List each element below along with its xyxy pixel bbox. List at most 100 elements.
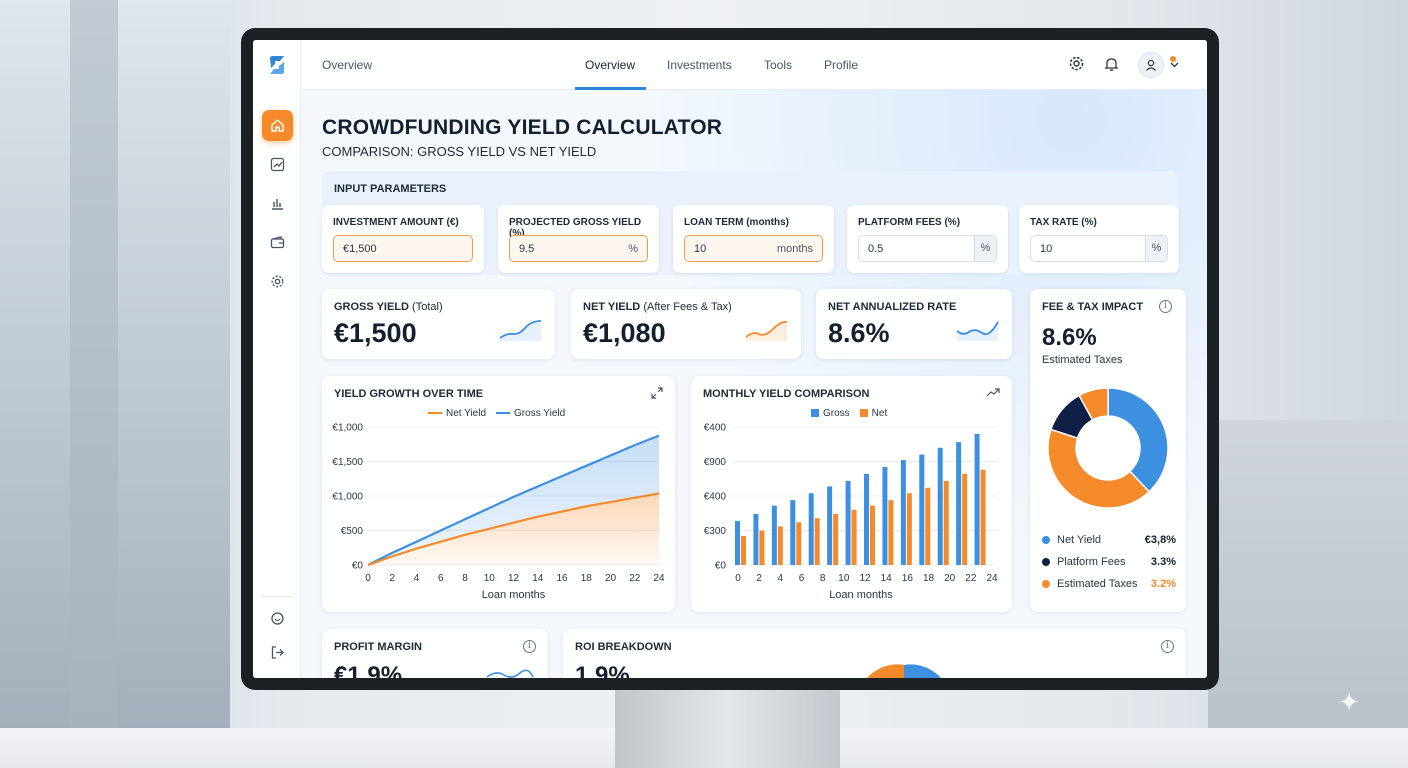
net-bar [796, 522, 802, 565]
x-axis-label: Loan months [482, 589, 546, 601]
field-unit: % [628, 243, 638, 255]
roi-donut-chart [867, 664, 941, 678]
net-bar [906, 493, 912, 565]
loan-term-field[interactable]: 10 months [684, 235, 823, 262]
y-tick-label: €0 [352, 561, 364, 572]
sidebar-gear-icon[interactable] [262, 266, 293, 297]
kpi-label: NET ANNUALIZED RATE [828, 301, 957, 313]
x-tick-label: 22 [629, 573, 641, 584]
x-tick-label: 12 [508, 573, 520, 584]
main-content: CROWDFUNDING YIELD CALCULATOR COMPARISON… [301, 90, 1207, 678]
x-tick-label: 4 [414, 573, 420, 584]
info-icon[interactable]: i [1159, 300, 1172, 313]
net-bar [851, 509, 857, 565]
y-tick-label: €500 [341, 526, 364, 537]
investment-amount-field[interactable]: €1,500 [333, 235, 473, 262]
sparkle-icon: ✦ [1338, 687, 1360, 717]
kpi-value: €1,080 [583, 318, 666, 348]
gross-bar [790, 500, 796, 565]
y-tick-label: €300 [704, 526, 727, 537]
info-icon[interactable]: i [1161, 640, 1174, 653]
x-tick-label: 0 [735, 573, 741, 584]
gross-bar [900, 460, 906, 565]
sidebar-home-icon[interactable] [262, 110, 293, 141]
net-bar [943, 480, 949, 565]
sidebar-bar-chart-icon[interactable] [262, 188, 293, 219]
avatar[interactable] [1138, 52, 1164, 78]
kpi-label: NET YIELD (After Fees & Tax) [583, 301, 732, 313]
platform-fees-field[interactable]: 0.5% [858, 235, 997, 262]
tab-profile[interactable]: Profile [824, 58, 858, 72]
breadcrumb[interactable]: Overview [322, 58, 372, 72]
x-tick-label: 18 [581, 573, 593, 584]
x-tick-label: 12 [859, 573, 871, 584]
x-tick-label: 16 [902, 573, 914, 584]
y-tick-label: €400 [704, 492, 727, 503]
info-icon[interactable]: i [523, 640, 536, 653]
card-title: FEE & TAX IMPACT [1042, 301, 1144, 313]
tab-tools[interactable]: Tools [764, 58, 792, 72]
gross-yield-field[interactable]: 9.5% [509, 235, 648, 262]
sidebar-chart-check-icon[interactable] [262, 149, 293, 180]
field-value: 10 [694, 243, 707, 255]
gross-bar [882, 467, 888, 565]
x-tick-label: 6 [438, 573, 444, 584]
net-bar [833, 513, 839, 565]
net-bar [980, 469, 986, 565]
net-bar [777, 526, 783, 565]
x-tick-label: 4 [778, 573, 784, 584]
sidebar [253, 40, 301, 678]
page-subtitle: COMPARISON: GROSS YIELD VS NET YIELD [322, 144, 597, 159]
net-bar [759, 530, 765, 565]
gross-bar [974, 433, 980, 565]
y-tick-label: €900 [704, 457, 727, 468]
app-logo-icon[interactable] [266, 54, 288, 76]
kpi-value: 8.6% [828, 318, 890, 348]
impact-subtitle: Estimated Taxes [1042, 354, 1123, 366]
notification-bell-icon[interactable] [1103, 55, 1120, 72]
chevron-down-icon[interactable] [1170, 61, 1179, 69]
legend-label: Net Yield [1057, 534, 1102, 546]
y-tick-label: €400 [704, 423, 727, 434]
y-tick-label: €1,500 [332, 457, 363, 468]
yield-growth-chart: €0€500€1,000€1,500€1,0000 2 4 6 8 10 12 14 16 18 2… [332, 423, 665, 602]
legend-dot [1042, 580, 1050, 588]
legend-platform-fees: Platform Fees 3.3% [1042, 556, 1176, 568]
card-title: ROI BREAKDOWN [575, 641, 672, 653]
legend-label: Platform Fees [1057, 556, 1126, 568]
field-value: 10 [1040, 243, 1053, 255]
sidebar-support-icon[interactable] [262, 603, 293, 634]
donut-slice [1107, 387, 1169, 493]
field-label: LOAN TERM (months) [684, 217, 789, 228]
sidebar-wallet-icon[interactable] [262, 227, 293, 258]
x-tick-label: 20 [605, 573, 617, 584]
gross-bar [956, 442, 962, 565]
net-bar [925, 487, 931, 565]
gross-bar [771, 505, 777, 565]
sidebar-logout-icon[interactable] [262, 637, 293, 668]
net-bar [741, 536, 746, 565]
net-annualized-rate-kpi: NET ANNUALIZED RATE 8.6% [816, 289, 1012, 359]
tax-rate-field[interactable]: 10% [1030, 235, 1168, 262]
legend-value: 3.2% [1150, 578, 1176, 590]
x-axis-label: Loan months [829, 589, 893, 601]
legend-dot [1042, 558, 1050, 566]
screen: Overview Overview Investments Tools Prof… [253, 40, 1207, 678]
trend-sparkline-icon [499, 320, 542, 341]
settings-gear-icon[interactable] [1068, 55, 1085, 72]
monitor: Overview Overview Investments Tools Prof… [241, 28, 1219, 690]
net-bar [888, 500, 894, 565]
legend-dot [1042, 536, 1050, 544]
legend-value: 3.3% [1150, 556, 1176, 568]
page-title: CROWDFUNDING YIELD CALCULATOR [322, 116, 723, 139]
trend-sparkline-icon [956, 321, 999, 341]
field-value: 9.5 [519, 243, 535, 255]
gross-bar [753, 513, 759, 565]
tab-overview[interactable]: Overview [585, 58, 635, 72]
roi-value: 1.9% [575, 662, 630, 678]
legend-net-yield: Net Yield €3,8% [1042, 534, 1176, 546]
x-tick-label: 10 [838, 573, 850, 584]
background-pillar [70, 0, 118, 768]
tab-investments[interactable]: Investments [667, 58, 732, 72]
impact-value: 8.6% [1042, 324, 1097, 351]
